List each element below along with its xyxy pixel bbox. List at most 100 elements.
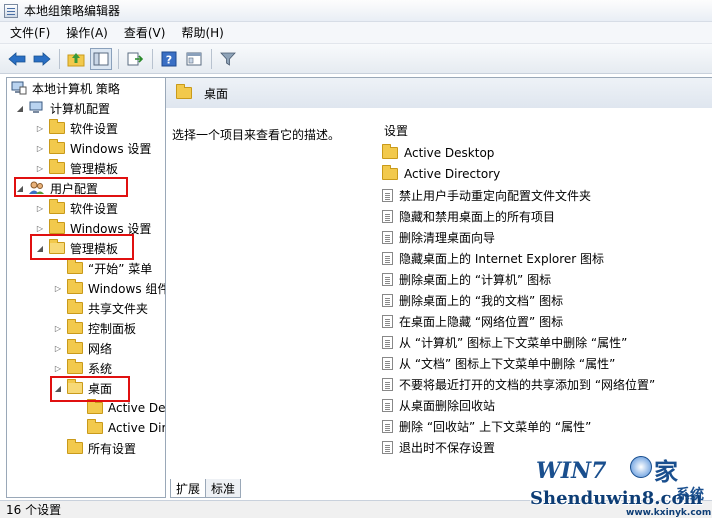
setting-icon [382,314,393,328]
folder-icon [67,299,83,314]
folder-icon [67,319,83,334]
list-item-folder[interactable]: Active Desktop [382,143,494,163]
list-item-setting[interactable]: 不要将最近打开的文档的共享添加到 “网络位置” [382,374,655,394]
tree-item-active-directory[interactable]: Active Directory [87,418,165,438]
filter-icon[interactable] [217,48,239,70]
setting-icon [382,419,393,433]
tree-item-shared-folders[interactable]: 共享文件夹 [67,298,148,318]
tree-item-software-settings[interactable]: ▷ 软件设置 [35,118,118,138]
list-item-setting[interactable]: 删除清理桌面向导 [382,227,495,247]
export-list-icon[interactable] [124,48,146,70]
expand-arrow-icon[interactable]: ▷ [53,343,63,353]
tree-item-computer-config[interactable]: ◢ 计算机配置 [15,98,110,118]
tree-item-user-software-settings[interactable]: ▷ 软件设置 [35,198,118,218]
highlight-box-user-config [14,177,128,197]
show-hide-tree-icon[interactable] [90,47,112,70]
setting-icon [382,188,393,202]
list-item-setting[interactable]: 在桌面上隐藏 “网络位置” 图标 [382,311,563,331]
description-text: 选择一个项目来查看它的描述。 [172,128,341,142]
expand-arrow-icon[interactable]: ▷ [53,283,63,293]
expand-arrow-icon[interactable]: ▷ [35,223,45,233]
details-header-title: 桌面 [204,86,229,101]
folder-icon [49,199,65,214]
toolbar-separator [59,48,60,69]
help-icon[interactable]: ? [158,48,180,70]
collapse-arrow-icon[interactable]: ◢ [15,103,25,113]
list-item-setting[interactable]: 退出时不保存设置 [382,437,495,457]
folder-icon [67,339,83,354]
setting-icon [382,272,393,286]
tree-item-local-computer-policy[interactable]: 本地计算机 策略 [11,78,120,98]
tree-pane[interactable]: 本地计算机 策略 ◢ 计算机配置 ▷ 软件设置 ▷ Windows 设置 ▷ 管… [6,77,166,498]
back-arrow-icon[interactable] [6,48,28,70]
computer-policy-icon [11,81,27,95]
list-item-setting[interactable]: 从 “计算机” 图标上下文菜单中删除 “属性” [382,332,627,352]
list-item-setting[interactable]: 隐藏桌面上的 Internet Explorer 图标 [382,248,604,268]
menu-bar: 文件(F) 操作(A) 查看(V) 帮助(H) [0,22,712,44]
view-tabs: 扩展 标准 [170,479,242,498]
menu-help[interactable]: 帮助(H) [181,24,223,41]
status-text: 16 个设置 [6,503,62,517]
up-folder-icon[interactable] [65,48,87,70]
title-bar: 本地组策略编辑器 [0,0,712,22]
expand-arrow-icon[interactable]: ▷ [53,323,63,333]
menu-action[interactable]: 操作(A) [66,24,108,41]
folder-icon [67,439,83,454]
menu-view[interactable]: 查看(V) [124,24,166,41]
tree-item-admin-templates[interactable]: ▷ 管理模板 [35,158,118,178]
properties-icon[interactable] [183,48,205,70]
setting-icon [382,440,393,454]
folder-icon [49,159,65,174]
tree-item-start-menu[interactable]: “开始” 菜单 [67,258,152,278]
expand-arrow-icon[interactable]: ▷ [35,123,45,133]
toolbar-separator [118,48,119,69]
list-item-setting[interactable]: 禁止用户手动重定向配置文件文件夹 [382,185,591,205]
folder-icon [49,119,65,134]
folder-icon [382,144,398,159]
expand-arrow-icon[interactable]: ▷ [35,203,45,213]
column-header-settings[interactable]: 设置 [384,122,408,139]
highlight-box-admin-templates [30,234,134,260]
tree-item-control-panel[interactable]: ▷ 控制面板 [53,318,136,338]
app-icon [4,3,18,18]
details-pane: 桌面 选择一个项目来查看它的描述。 设置 Active Desktop Acti… [166,77,712,498]
list-item-folder[interactable]: Active Directory [382,164,500,184]
list-item-setting[interactable]: 隐藏和禁用桌面上的所有项目 [382,206,555,226]
settings-list[interactable]: 设置 Active Desktop Active Directory 禁止用户手… [378,108,712,488]
tree-item-all-settings[interactable]: 所有设置 [67,438,136,458]
forward-arrow-icon[interactable] [31,48,53,70]
folder-icon [67,359,83,374]
folder-icon [87,419,103,434]
list-item-setting[interactable]: 从桌面删除回收站 [382,395,495,415]
list-item-setting[interactable]: 从 “文档” 图标上下文菜单中删除 “属性” [382,353,615,373]
list-item-setting[interactable]: 删除桌面上的 “我的文档” 图标 [382,290,563,310]
folder-icon [382,165,398,180]
tab-extended[interactable]: 扩展 [170,479,207,498]
tree-item-system[interactable]: ▷ 系统 [53,358,112,378]
toolbar-separator [152,48,153,69]
toolbar: ? [0,44,712,74]
expand-arrow-icon[interactable]: ▷ [53,363,63,373]
list-item-setting[interactable]: 删除 “回收站” 上下文菜单的 “属性” [382,416,591,436]
setting-icon [382,377,393,391]
tree-item-windows-components[interactable]: ▷ Windows 组件 [53,278,165,298]
list-item-setting[interactable]: 删除桌面上的 “计算机” 图标 [382,269,551,289]
details-header: 桌面 [166,78,712,108]
folder-icon [49,219,65,234]
tree-item-network[interactable]: ▷ 网络 [53,338,112,358]
expand-arrow-icon[interactable]: ▷ [35,143,45,153]
menu-file[interactable]: 文件(F) [10,24,50,41]
setting-icon [382,335,393,349]
setting-icon [382,251,393,265]
folder-icon [67,259,83,274]
folder-icon [67,279,83,294]
computer-icon [29,101,43,113]
toolbar-separator [211,48,212,69]
setting-icon [382,230,393,244]
tab-standard[interactable]: 标准 [205,479,242,498]
setting-icon [382,398,393,412]
tree-item-windows-settings[interactable]: ▷ Windows 设置 [35,138,151,158]
expand-arrow-icon[interactable]: ▷ [35,163,45,173]
description-area: 选择一个项目来查看它的描述。 [166,108,378,488]
status-bar: 16 个设置 [0,500,712,518]
